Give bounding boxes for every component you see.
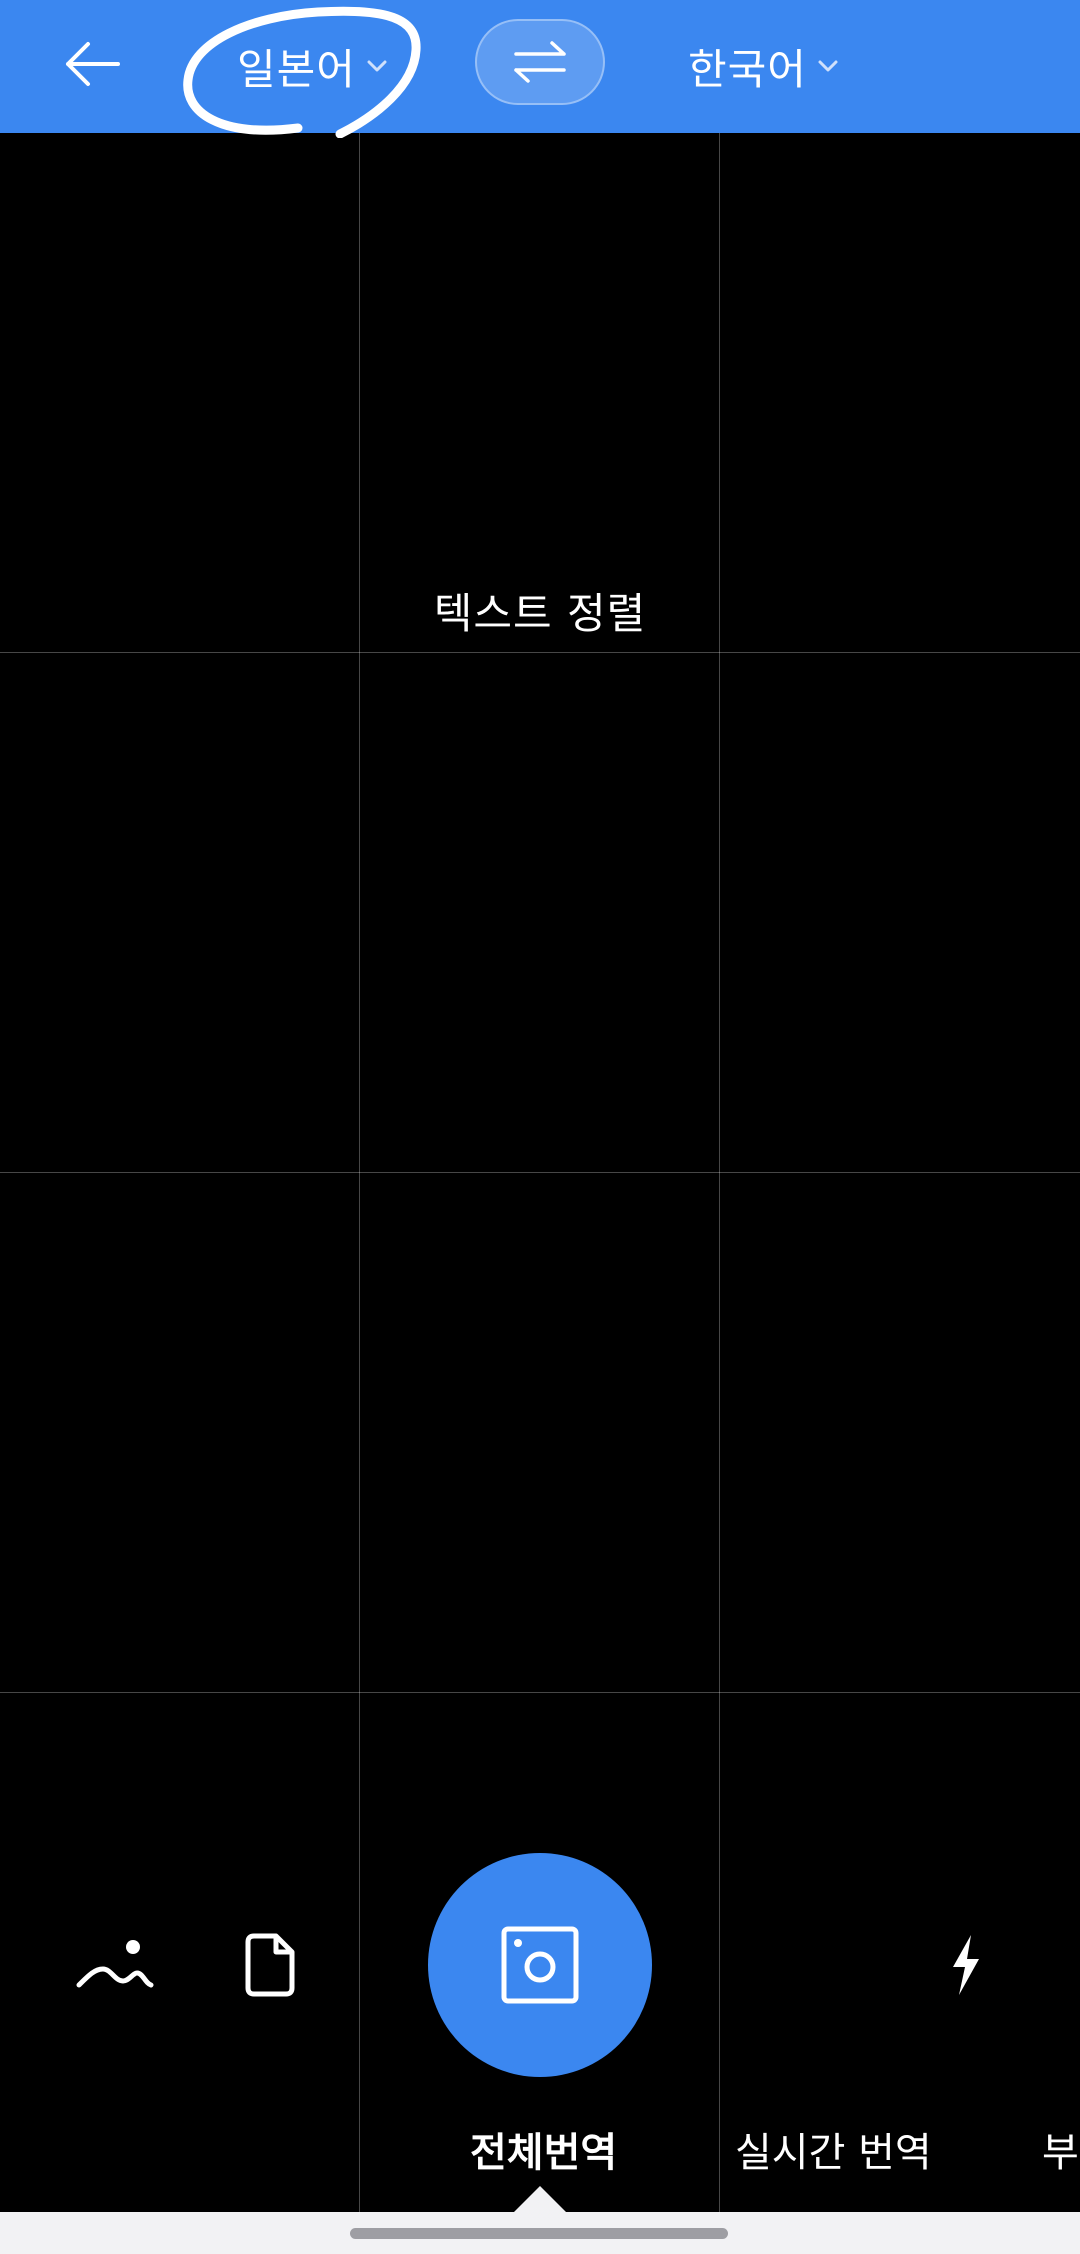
source-language-selector[interactable]: 일본어 [237, 28, 388, 104]
mode-tab-partial[interactable]: 부 [1042, 2120, 1079, 2178]
chevron-down-icon [817, 59, 839, 73]
file-button[interactable] [225, 1920, 315, 2010]
target-language-label: 한국어 [688, 44, 807, 94]
back-button[interactable] [52, 24, 132, 104]
grid-line [0, 652, 1080, 653]
grid-line [359, 133, 360, 2213]
document-file-icon [245, 1933, 295, 1997]
grid-line [719, 133, 720, 2213]
flash-icon [953, 1935, 979, 1995]
camera-translate-screen: 일본어 한국어 텍스트 정렬 전체번역 실시간 번역 부 [0, 0, 1080, 2254]
grid-line [0, 1692, 1080, 1693]
mode-tab-full-translation[interactable]: 전체번역 [470, 2120, 617, 2178]
swap-arrows-icon [514, 41, 566, 83]
target-language-selector[interactable]: 한국어 [688, 28, 839, 104]
swap-languages-button[interactable] [475, 19, 605, 105]
gallery-button[interactable] [70, 1920, 160, 2010]
top-app-bar: 일본어 한국어 [0, 0, 1080, 138]
source-language-label: 일본어 [237, 44, 356, 94]
capture-button[interactable] [428, 1853, 652, 2077]
chevron-down-icon [366, 59, 388, 73]
flash-button[interactable] [920, 1920, 1010, 2010]
image-gallery-icon [76, 1940, 154, 1988]
align-text-hint: 텍스트 정렬 [433, 589, 647, 638]
active-tab-indicator [514, 2186, 566, 2212]
home-indicator[interactable] [350, 2228, 728, 2239]
arrow-left-icon [66, 42, 120, 86]
grid-line [0, 1172, 1080, 1173]
camera-shutter-icon [501, 1926, 579, 2004]
mode-tab-live-translation[interactable]: 실시간 번역 [735, 2120, 932, 2178]
